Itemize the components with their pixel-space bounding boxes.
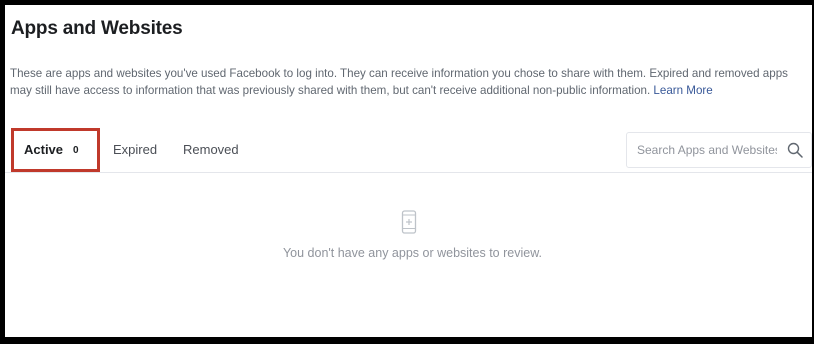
tab-expired-label: Expired	[113, 142, 158, 157]
search-icon[interactable]	[787, 142, 803, 158]
empty-state-message: You don't have any apps or websites to r…	[282, 246, 543, 260]
learn-more-link[interactable]: Learn More	[653, 84, 712, 97]
page-title: Apps and Websites	[11, 18, 183, 39]
page-description: These are apps and websites you've used …	[10, 65, 810, 99]
tab-active[interactable]: Active 0	[11, 128, 100, 172]
tab-removed[interactable]: Removed	[183, 128, 239, 172]
search-box	[626, 132, 812, 168]
tab-active-count: 0	[73, 145, 79, 156]
mobile-app-icon	[401, 210, 416, 234]
tab-removed-label: Removed	[183, 142, 239, 157]
apps-and-websites-panel: Apps and Websites These are apps and web…	[5, 5, 812, 337]
search-input[interactable]	[637, 133, 777, 167]
empty-state: You don't have any apps or websites to r…	[5, 210, 812, 260]
tab-active-label: Active	[24, 142, 64, 157]
tab-expired[interactable]: Expired	[113, 128, 157, 172]
tab-bar: Active 0 Expired Removed	[5, 128, 812, 173]
